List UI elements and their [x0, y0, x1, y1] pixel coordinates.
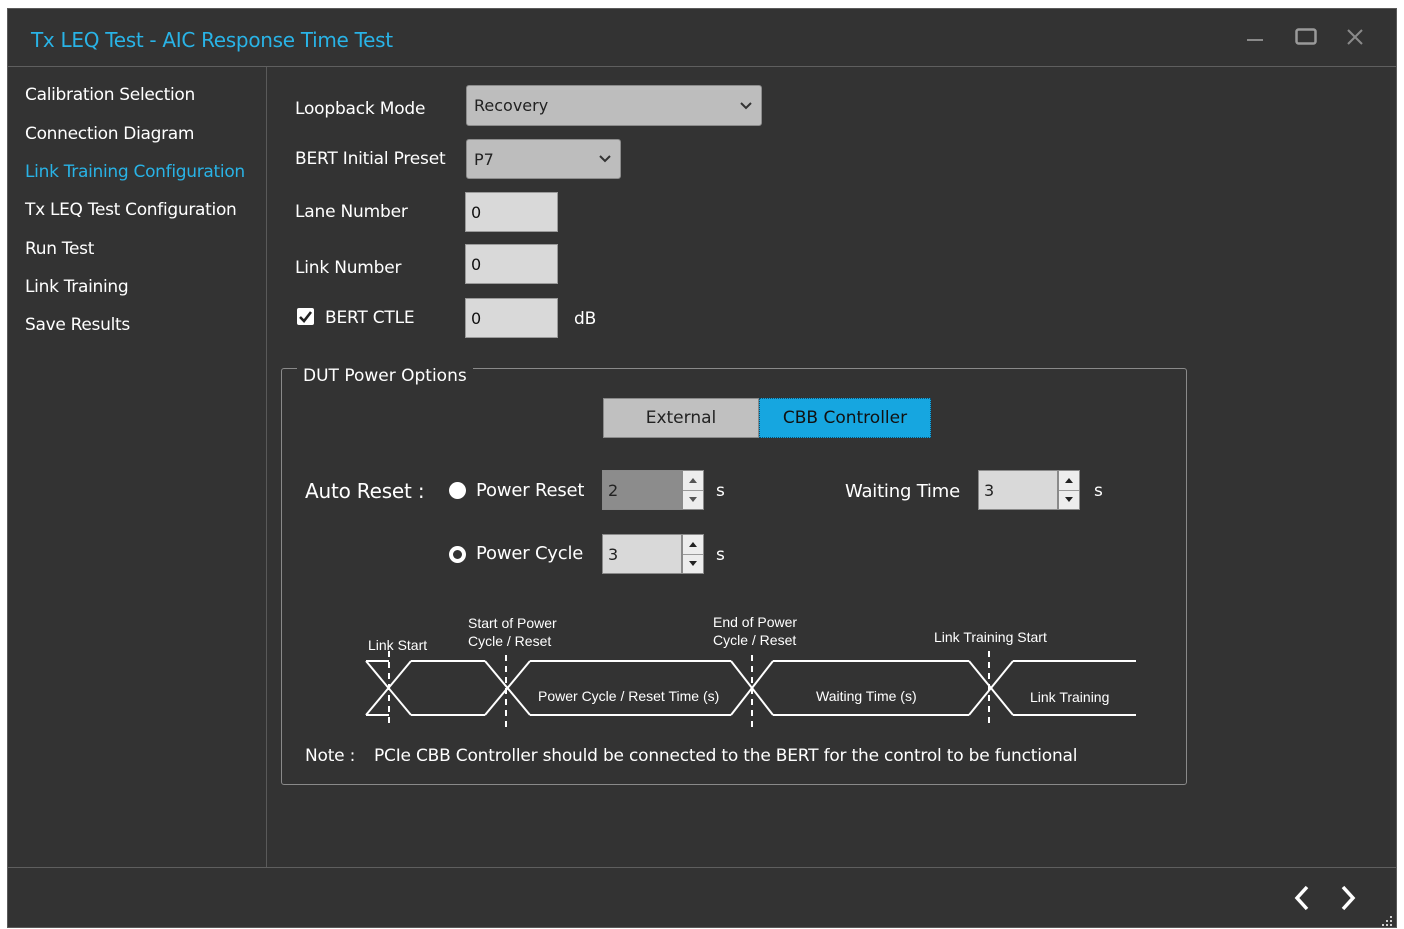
loopback-mode-label: Loopback Mode: [295, 99, 426, 119]
spin-up-icon[interactable]: [683, 535, 703, 555]
sidebar: Calibration Selection Connection Diagram…: [8, 67, 267, 867]
power-reset-radio[interactable]: [449, 482, 466, 499]
power-cycle-radio[interactable]: [449, 546, 466, 563]
bert-initial-preset-label: BERT Initial Preset: [295, 149, 446, 169]
bert-ctle-unit: dB: [574, 309, 597, 329]
bert-ctle-input[interactable]: 0: [465, 298, 558, 338]
spin-up-icon[interactable]: [683, 471, 703, 491]
link-training-start-label: Link Training Start: [934, 629, 1047, 645]
chevron-down-icon: [740, 101, 752, 109]
link-start-label: Link Start: [368, 637, 427, 653]
bert-ctle-label: BERT CTLE: [325, 308, 415, 328]
start-power-label-line2: Cycle / Reset: [468, 633, 551, 649]
spin-down-icon[interactable]: [1059, 490, 1079, 509]
sidebar-item-calibration-selection[interactable]: Calibration Selection: [25, 85, 195, 105]
next-arrow-icon[interactable]: [1340, 885, 1356, 911]
power-reset-stepper[interactable]: [682, 470, 704, 510]
power-cycle-unit: s: [716, 545, 725, 565]
app-window: Tx LEQ Test - AIC Response Time Test Cal…: [7, 8, 1397, 928]
segment-waiting-label: Waiting Time (s): [816, 688, 917, 704]
waiting-time-unit: s: [1094, 481, 1103, 501]
previous-arrow-icon[interactable]: [1294, 885, 1310, 911]
radio-selected-dot: [453, 550, 462, 559]
external-toggle-button[interactable]: External: [603, 398, 759, 438]
window-title: Tx LEQ Test - AIC Response Time Test: [31, 28, 393, 52]
checkmark-icon: [299, 311, 313, 323]
bert-initial-preset-select[interactable]: P7: [466, 139, 621, 179]
power-cycle-stepper[interactable]: [682, 534, 704, 574]
bert-ctle-checkbox[interactable]: [297, 308, 314, 325]
minimize-icon[interactable]: [1246, 31, 1264, 49]
start-power-label-line1: Start of Power: [468, 615, 557, 631]
segment-power-cycle-label: Power Cycle / Reset Time (s): [538, 688, 719, 704]
power-cycle-input[interactable]: 3: [602, 534, 682, 574]
waiting-time-stepper[interactable]: [1058, 470, 1080, 510]
power-cycle-label: Power Cycle: [476, 543, 584, 564]
sidebar-item-link-training-configuration[interactable]: Link Training Configuration: [25, 162, 245, 182]
chevron-down-icon: [599, 155, 611, 163]
spin-down-icon[interactable]: [683, 554, 703, 573]
note-label: Note :: [305, 746, 356, 766]
resize-grip-icon[interactable]: [1378, 912, 1394, 928]
timing-diagram: Link Start Start of Power Cycle / Reset …: [365, 614, 1136, 729]
power-reset-label: Power Reset: [476, 480, 585, 501]
end-power-label-line1: End of Power: [713, 614, 797, 630]
loopback-mode-select[interactable]: Recovery: [466, 85, 762, 126]
loopback-mode-value: Recovery: [474, 96, 549, 115]
sidebar-item-save-results[interactable]: Save Results: [25, 315, 130, 335]
power-reset-input[interactable]: 2: [602, 470, 682, 510]
spin-up-icon[interactable]: [1059, 471, 1079, 491]
spin-down-icon[interactable]: [683, 490, 703, 509]
maximize-icon[interactable]: [1295, 28, 1317, 46]
waiting-time-label: Waiting Time: [845, 481, 960, 502]
title-bar: Tx LEQ Test - AIC Response Time Test: [8, 9, 1396, 67]
waiting-time-input[interactable]: 3: [978, 470, 1058, 510]
dut-power-options-legend: DUT Power Options: [297, 366, 473, 386]
lane-number-label: Lane Number: [295, 202, 408, 222]
sidebar-item-run-test[interactable]: Run Test: [25, 239, 94, 259]
bert-initial-preset-value: P7: [474, 149, 494, 169]
end-power-label-line2: Cycle / Reset: [713, 632, 796, 648]
segment-link-training-label: Link Training: [1030, 689, 1109, 705]
close-icon[interactable]: [1346, 28, 1364, 46]
lane-number-input[interactable]: 0: [465, 192, 558, 232]
link-number-label: Link Number: [295, 258, 402, 278]
footer-bar: [8, 867, 1396, 929]
sidebar-item-tx-leq-test-configuration[interactable]: Tx LEQ Test Configuration: [25, 200, 237, 220]
link-number-input[interactable]: 0: [465, 244, 558, 284]
cbb-controller-toggle-button[interactable]: CBB Controller: [759, 398, 931, 438]
sidebar-item-link-training[interactable]: Link Training: [25, 277, 129, 297]
sidebar-item-connection-diagram[interactable]: Connection Diagram: [25, 124, 194, 144]
power-reset-unit: s: [716, 481, 725, 501]
auto-reset-label: Auto Reset :: [305, 479, 425, 503]
note-text: PCIe CBB Controller should be connected …: [374, 746, 1078, 766]
